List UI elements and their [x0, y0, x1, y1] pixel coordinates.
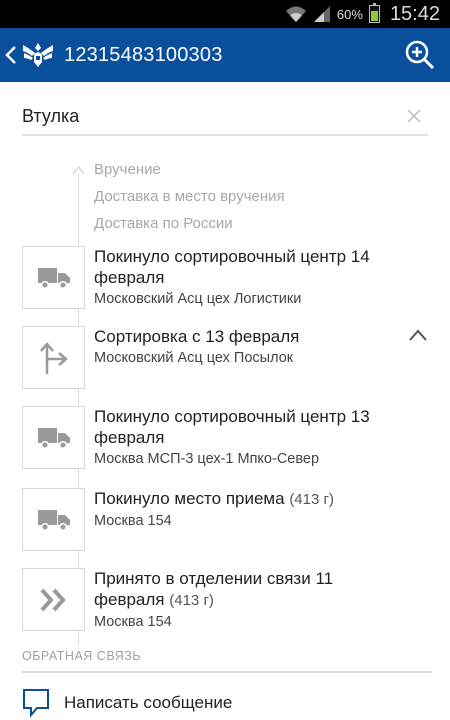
battery-percent: 60% — [336, 6, 363, 22]
double-chevron-icon — [40, 588, 66, 611]
russian-post-logo-icon[interactable] — [20, 37, 56, 73]
divider — [22, 671, 432, 673]
event-icon-box — [22, 406, 85, 469]
event-title-line: Принято в отделении связи 11 февраля (41… — [94, 568, 404, 611]
signal-icon — [313, 6, 330, 22]
event-title: Покинуло место приема — [94, 489, 285, 508]
write-message-button[interactable]: Написать сообщение — [22, 686, 432, 720]
event-weight: (413 г) — [169, 592, 214, 609]
app-bar: 12315483100303 — [0, 28, 450, 82]
status-bar: 60% 15:42 — [0, 0, 450, 28]
timeline-up-arrow-icon — [72, 166, 85, 175]
event-title: Сортировка с 13 февраля — [94, 327, 300, 346]
event-place: Москва 154 — [94, 513, 172, 529]
event-icon-box — [22, 246, 85, 309]
event-place: Московский Асц цех Посылок — [94, 350, 294, 366]
truck-icon — [37, 509, 70, 531]
battery-icon — [368, 3, 380, 23]
clock: 15:42 — [389, 2, 440, 25]
zoom-in-icon[interactable] — [404, 39, 436, 71]
truck-icon — [37, 267, 70, 289]
write-message-label: Написать сообщение — [64, 693, 233, 712]
sort-arrow-icon — [39, 341, 68, 374]
chevron-up-icon[interactable] — [408, 328, 428, 342]
parcel-name-input[interactable] — [22, 98, 382, 134]
future-step-russia: Доставка по России — [94, 215, 233, 232]
future-step-delivery: Вручение — [94, 161, 161, 178]
event-title-line: Покинуло место приема (413 г) — [94, 488, 404, 510]
feedback-section-label: ОБРАТНАЯ СВЯЗЬ — [22, 649, 142, 663]
wifi-icon — [285, 6, 306, 22]
tracking-number-title: 12315483100303 — [64, 43, 223, 66]
event-icon-box — [22, 326, 85, 389]
event-title: Покинуло сортировочный центр 13 февраля — [94, 407, 370, 447]
clear-icon[interactable] — [406, 108, 422, 124]
chat-bubble-icon — [23, 689, 49, 718]
back-icon[interactable] — [4, 44, 18, 66]
event-place: Москва МСП-3 цех-1 Мпко-Север — [94, 451, 320, 467]
event-place: Московский Асц цех Логистики — [94, 291, 302, 307]
event-place: Москва 154 — [94, 614, 172, 630]
event-icon-box — [22, 568, 85, 631]
event-weight: (413 г) — [289, 491, 334, 508]
event-title: Покинуло сортировочный центр 14 февраля — [94, 247, 370, 287]
parcel-name-field — [22, 98, 428, 136]
truck-icon — [37, 427, 70, 449]
future-step-to-point: Доставка в место вручения — [94, 188, 285, 205]
event-icon-box — [22, 488, 85, 551]
